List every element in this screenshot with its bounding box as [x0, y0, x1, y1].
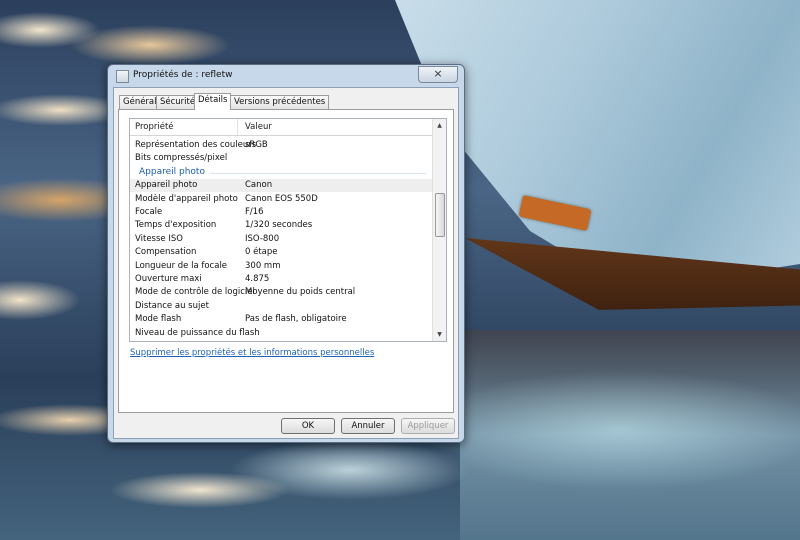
list-item[interactable]: Modèle d'appareil photo Canon EOS 550D [130, 193, 432, 206]
tab-security[interactable]: Sécurité [156, 95, 200, 109]
tab-previous-versions[interactable]: Versions précédentes [230, 95, 330, 109]
list-item[interactable]: Niveau de puissance du flash [130, 327, 432, 340]
property-value[interactable]: sRGB [245, 140, 268, 150]
property-value[interactable]: ISO-800 [245, 234, 279, 244]
property-name: Mode de contrôle de logiciel [135, 287, 255, 298]
property-name: Niveau de puissance du flash [135, 327, 260, 338]
property-name: Modèle d'appareil photo [135, 193, 238, 204]
ok-button[interactable]: OK [281, 418, 335, 434]
scroll-down-arrow-icon[interactable]: ▼ [433, 328, 446, 341]
list-item[interactable]: Longueur de la focale 300 mm [130, 260, 432, 273]
list-item[interactable]: Mode de contrôle de logiciel Moyenne du p… [130, 286, 432, 299]
property-value[interactable]: Pas de flash, obligatoire [245, 314, 347, 324]
list-item[interactable]: Mode flash Pas de flash, obligatoire [130, 313, 432, 326]
property-value[interactable]: Moyenne du poids central [245, 287, 355, 297]
property-value[interactable]: 300 mm [245, 261, 281, 271]
property-name: Vitesse ISO [135, 233, 183, 244]
list-item[interactable]: Bits compressés/pixel [130, 152, 432, 165]
property-name: Ouverture maxi [135, 274, 202, 284]
list-item[interactable]: Focale F/16 [130, 206, 432, 219]
property-value[interactable]: 1/320 secondes [245, 220, 312, 230]
property-name: Représentation des couleurs [135, 140, 257, 150]
property-name: Longueur de la focale [135, 260, 228, 271]
property-value[interactable]: Canon [245, 180, 272, 190]
properties-dialog: Propriétés de : refletw × Général Sécuri… [107, 64, 465, 443]
column-header-value[interactable]: Valeur [245, 122, 272, 132]
vertical-scrollbar[interactable]: ▲ ▼ [432, 119, 446, 341]
column-header-property[interactable]: Propriété [135, 122, 174, 132]
group-label: Appareil photo [139, 166, 205, 177]
file-icon [116, 70, 129, 83]
list-item[interactable]: Ouverture maxi 4.875 [130, 273, 432, 286]
property-value[interactable]: 4.875 [245, 274, 269, 284]
group-divider [210, 172, 426, 174]
property-value[interactable]: Canon EOS 550D [245, 194, 318, 204]
list-item[interactable]: Temps d'exposition 1/320 secondes [130, 219, 432, 232]
properties-list[interactable]: Propriété Valeur Représentation des coul… [129, 118, 447, 342]
tab-general[interactable]: Général [119, 95, 161, 109]
water-reflection [460, 330, 800, 540]
list-header: Propriété Valeur [130, 119, 432, 136]
dialog-client-area: Général Sécurité Détails Versions précéd… [113, 87, 459, 439]
list-item[interactable]: Compensation 0 étape [130, 246, 432, 259]
cancel-button[interactable]: Annuler [341, 418, 395, 434]
property-name: Temps d'exposition [135, 220, 217, 231]
title-bar[interactable]: Propriétés de : refletw × [108, 65, 464, 87]
apply-button[interactable]: Appliquer [401, 418, 455, 434]
property-value[interactable]: F/16 [245, 207, 264, 217]
property-name: Mode flash [135, 314, 182, 325]
window-title: Propriétés de : refletw [133, 70, 233, 80]
list-item[interactable]: Représentation des couleurs sRGB [130, 139, 432, 152]
tab-details[interactable]: Détails [194, 93, 232, 110]
list-item[interactable]: Appareil photo Canon [130, 179, 432, 193]
property-name: Appareil photo [135, 180, 198, 191]
list-item[interactable]: Distance au sujet [130, 300, 432, 313]
property-name: Compensation [135, 247, 197, 258]
column-separator[interactable] [237, 119, 238, 135]
remove-properties-link[interactable]: Supprimer les propriétés et les informat… [130, 348, 374, 358]
list-item[interactable]: Vitesse ISO ISO-800 [130, 233, 432, 246]
details-panel: Propriété Valeur Représentation des coul… [118, 109, 454, 413]
scrollbar-thumb[interactable] [435, 193, 445, 237]
property-value[interactable]: 0 étape [245, 247, 278, 257]
property-name: Bits compressés/pixel [135, 153, 228, 164]
property-name: Focale [135, 207, 163, 217]
property-name: Distance au sujet [135, 300, 209, 311]
scroll-up-arrow-icon[interactable]: ▲ [433, 119, 446, 132]
close-button[interactable]: × [418, 66, 458, 83]
group-header[interactable]: Appareil photo [130, 166, 432, 179]
